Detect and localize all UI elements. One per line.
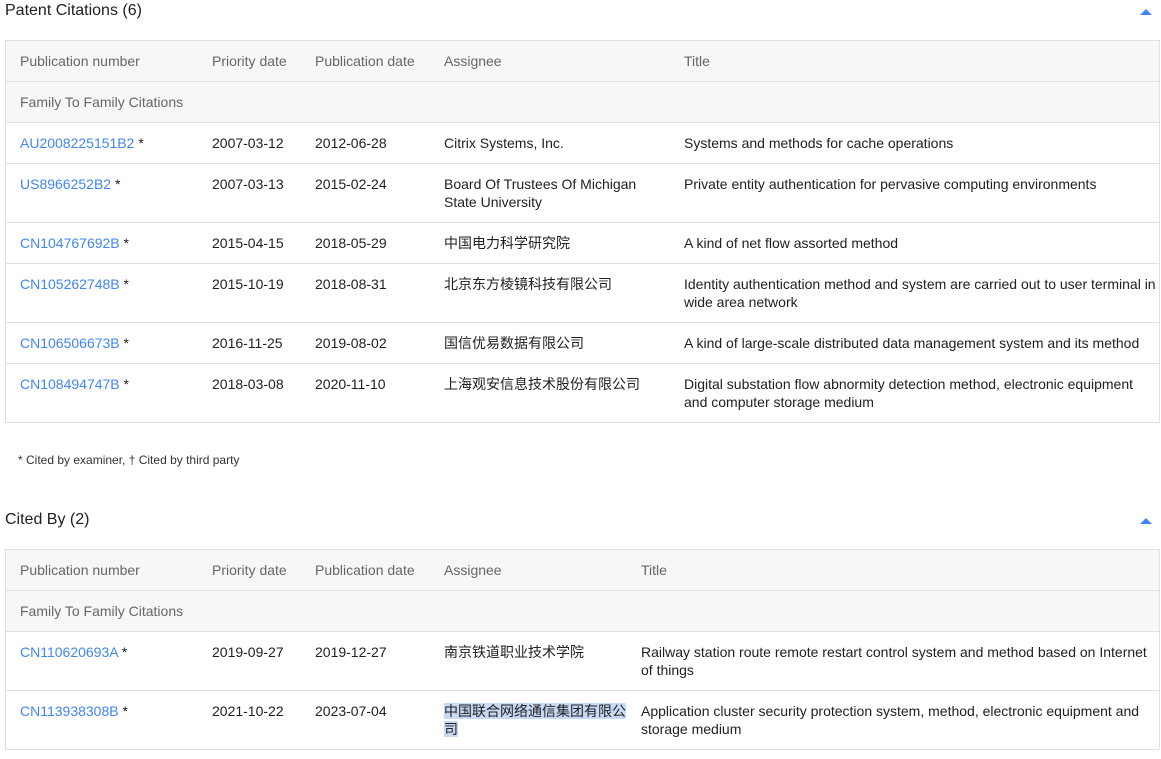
family-row: Family To Family Citations	[5, 590, 1160, 632]
col-assignee[interactable]: Assignee	[430, 40, 670, 82]
publication-link[interactable]: AU2008225151B2	[20, 135, 134, 151]
publication-link[interactable]: CN104767692B	[20, 235, 120, 251]
col-publication-date[interactable]: Publication date	[301, 40, 430, 82]
table-row: CN106506673B * 2016-11-25 2019-08-02 国信优…	[5, 322, 1160, 364]
table-row: CN105262748B * 2015-10-19 2018-08-31 北京东…	[5, 263, 1160, 323]
publication-cell: AU2008225151B2 *	[5, 122, 198, 164]
table-row: CN104767692B * 2015-04-15 2018-05-29 中国电…	[5, 222, 1160, 264]
section-header: Patent Citations (6)	[0, 0, 1161, 22]
chevron-up-icon[interactable]	[1140, 518, 1152, 524]
publication-date: 2018-08-31	[301, 263, 430, 323]
publication-link[interactable]: US8966252B2	[20, 176, 111, 192]
priority-date: 2007-03-12	[198, 122, 301, 164]
col-publication-date[interactable]: Publication date	[301, 549, 430, 591]
publication-date: 2020-11-10	[315, 376, 386, 392]
priority-date: 2015-10-19	[198, 263, 301, 323]
publication-link[interactable]: CN108494747B	[20, 376, 120, 392]
publication-date: 2023-07-04	[315, 703, 387, 719]
title: A kind of net flow assorted method	[670, 222, 1160, 264]
examiner-mark: *	[138, 135, 144, 151]
title: Railway station route remote restart con…	[627, 631, 1160, 691]
section-title: Cited By (2)	[5, 511, 90, 528]
publication-link[interactable]: CN110620693A	[20, 644, 118, 660]
examiner-mark: *	[123, 235, 129, 251]
title: Private entity authentication for pervas…	[670, 163, 1160, 223]
title: Application cluster security protection …	[641, 703, 1140, 737]
citation-footnote: * Cited by examiner, † Cited by third pa…	[18, 453, 240, 467]
table-row: CN113938308B * 2021-10-22 2023-07-04 中国联…	[6, 691, 1160, 750]
publication-link[interactable]: CN105262748B	[20, 276, 120, 292]
publication-link[interactable]: CN113938308B	[20, 703, 119, 719]
publication-link[interactable]: CN106506673B	[20, 335, 120, 351]
col-priority-date[interactable]: Priority date	[198, 549, 301, 591]
examiner-mark: *	[114, 176, 121, 192]
section-header: Cited By (2)	[0, 509, 1161, 531]
table-row: CN108494747B * 2018-03-08 2020-11-10 上海观…	[6, 364, 1160, 423]
publication-date: 2018-05-29	[301, 222, 430, 264]
assignee: Board Of Trustees Of Michigan State Univ…	[430, 163, 670, 223]
title: Systems and methods for cache operations	[670, 122, 1160, 164]
priority-date: 2015-04-15	[198, 222, 301, 264]
col-publication-number[interactable]: Publication number	[5, 40, 198, 82]
assignee: 南京铁道职业技术学院	[430, 631, 627, 691]
assignee: 上海观安信息技术股份有限公司	[444, 376, 640, 392]
col-title[interactable]: Title	[627, 549, 1160, 591]
publication-cell: CN110620693A *	[5, 631, 198, 691]
priority-date: 2016-11-25	[198, 322, 301, 364]
table-header-row: Publication number Priority date Publica…	[5, 549, 1160, 591]
priority-date: 2018-03-08	[212, 376, 284, 392]
citations-table: Publication number Priority date Publica…	[5, 40, 1160, 423]
title: A kind of large-scale distributed data m…	[670, 322, 1160, 364]
cited-by-table: Publication number Priority date Publica…	[5, 549, 1160, 750]
section-title: Patent Citations (6)	[5, 2, 142, 19]
assignee: Citrix Systems, Inc.	[430, 122, 670, 164]
col-priority-date[interactable]: Priority date	[198, 40, 301, 82]
table-header-row: Publication number Priority date Publica…	[5, 40, 1160, 82]
publication-cell: CN106506673B *	[5, 322, 198, 364]
publication-cell: CN104767692B *	[5, 222, 198, 264]
assignee: 国信优易数据有限公司	[430, 322, 670, 364]
assignee: 北京东方棱镜科技有限公司	[430, 263, 670, 323]
col-assignee[interactable]: Assignee	[430, 549, 627, 591]
priority-date: 2021-10-22	[212, 703, 284, 719]
examiner-mark: *	[121, 644, 128, 660]
publication-date: 2019-08-02	[301, 322, 430, 364]
family-label: Family To Family Citations	[5, 590, 1160, 632]
examiner-mark: *	[123, 376, 129, 392]
examiner-mark: *	[123, 276, 129, 292]
col-title[interactable]: Title	[670, 40, 1160, 82]
assignee: 中国电力科学研究院	[430, 222, 670, 264]
publication-cell: CN108494747B *	[6, 364, 199, 423]
title: Identity authentication method and syste…	[670, 263, 1160, 323]
col-publication-number[interactable]: Publication number	[5, 549, 198, 591]
publication-cell: US8966252B2 *	[5, 163, 198, 223]
patent-citations-section: Patent Citations (6) Publication number …	[0, 0, 1161, 423]
family-row: Family To Family Citations	[5, 81, 1160, 123]
priority-date: 2007-03-13	[198, 163, 301, 223]
publication-date: 2015-02-24	[301, 163, 430, 223]
assignee: 中国联合网络通信集团有限公司	[430, 691, 627, 750]
title: Digital substation flow abnormity detect…	[684, 376, 1134, 410]
table-row: CN110620693A * 2019-09-27 2019-12-27 南京铁…	[5, 631, 1160, 691]
chevron-up-icon[interactable]	[1140, 9, 1152, 15]
table-row: US8966252B2 * 2007-03-13 2015-02-24 Boar…	[5, 163, 1160, 223]
examiner-mark: *	[122, 703, 128, 719]
family-label: Family To Family Citations	[5, 81, 1160, 123]
selected-assignee-text[interactable]: 中国联合网络通信集团有限公司	[444, 703, 626, 737]
publication-cell: CN113938308B *	[6, 691, 199, 750]
cited-by-section: Cited By (2) Publication number Priority…	[0, 509, 1161, 750]
table-row: AU2008225151B2 * 2007-03-12 2012-06-28 C…	[5, 122, 1160, 164]
publication-cell: CN105262748B *	[5, 263, 198, 323]
examiner-mark: *	[123, 335, 129, 351]
publication-date: 2012-06-28	[301, 122, 430, 164]
publication-date: 2019-12-27	[301, 631, 430, 691]
priority-date: 2019-09-27	[198, 631, 301, 691]
